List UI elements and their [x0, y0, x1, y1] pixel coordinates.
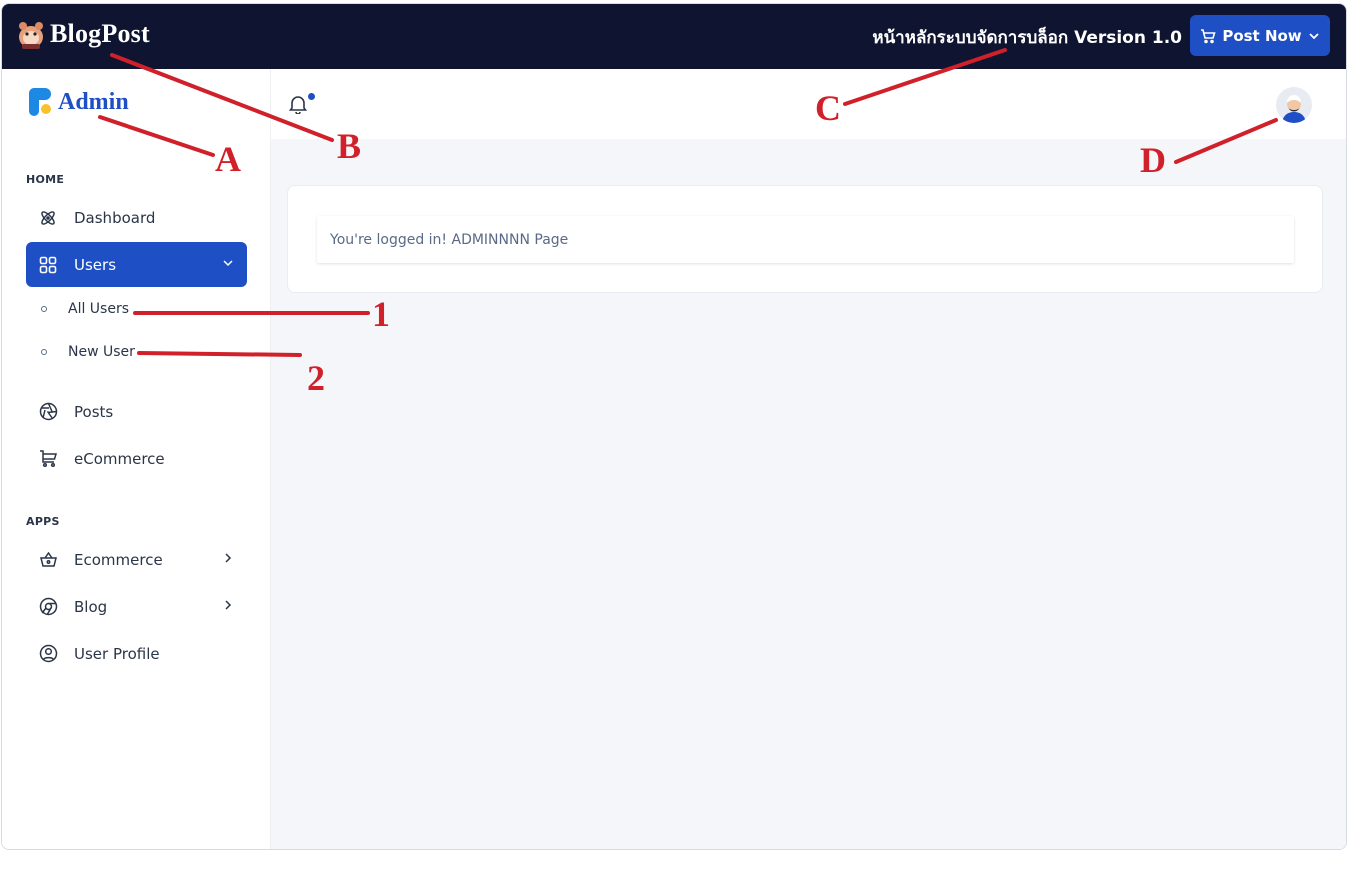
sidebar-item-dashboard[interactable]: Dashboard	[26, 195, 247, 240]
sidebar-item-label: eCommerce	[74, 449, 165, 468]
subitem-label: All Users	[68, 301, 130, 317]
sidebar-subitem-new-user[interactable]: New User	[26, 337, 247, 367]
cart-icon	[1201, 28, 1216, 43]
admin-logo-text: Admin	[58, 88, 129, 115]
basket-icon	[38, 550, 58, 570]
content-card: You're logged in! ADMINNNN Page	[287, 185, 1323, 293]
bullet-icon	[41, 306, 47, 312]
sidebar-item-ecommerce[interactable]: eCommerce	[26, 436, 247, 481]
apps-caption: APPS	[26, 515, 60, 528]
blogpost-brand[interactable]: BlogPost	[16, 18, 150, 50]
sidebar-subitem-all-users[interactable]: All Users	[26, 294, 247, 324]
user-avatar-icon	[1276, 87, 1312, 123]
post-now-button[interactable]: Post Now	[1190, 15, 1330, 56]
sidebar-item-label: Ecommerce	[74, 550, 163, 569]
chevron-down-icon	[223, 260, 233, 267]
user-circle-icon	[38, 644, 58, 664]
sidebar-item-blog[interactable]: Blog	[26, 584, 247, 629]
login-message: You're logged in! ADMINNNN Page	[317, 216, 1294, 263]
subitem-label: New User	[68, 344, 135, 360]
sidebar-item-label: User Profile	[74, 644, 160, 663]
sidebar-item-label: Blog	[74, 597, 108, 616]
sidebar-item-label: Dashboard	[74, 208, 156, 227]
chevron-right-icon	[225, 553, 232, 563]
cart-icon	[38, 449, 58, 469]
annotation-label-1: 1	[372, 294, 390, 334]
chevron-down-icon	[1309, 32, 1319, 39]
content-header	[271, 69, 1346, 139]
admin-logo[interactable]: Admin	[28, 87, 129, 117]
chrome-icon	[38, 597, 58, 617]
annotation-label-a: A	[215, 139, 241, 179]
annotation-label-c: C	[815, 88, 841, 128]
annotation-label-b: B	[337, 126, 362, 166]
atom-icon	[38, 208, 58, 228]
annotation-label-d: D	[1140, 140, 1166, 180]
sidebar-item-label: Users	[74, 255, 117, 274]
bullet-icon	[41, 349, 47, 355]
sidebar-item-users[interactable]: Users	[26, 242, 247, 287]
aperture-icon	[38, 402, 58, 422]
system-title: หน้าหลักระบบจัดการบล็อก Version 1.0	[872, 28, 1182, 48]
main-content: You're logged in! ADMINNNN Page	[271, 69, 1346, 849]
sidebar-item-label: Posts	[74, 402, 114, 421]
annotation-label-2: 2	[307, 358, 325, 398]
brand-name: BlogPost	[50, 19, 150, 48]
sidebar-item-user-profile[interactable]: User Profile	[26, 631, 247, 676]
admin-logo-icon	[29, 88, 51, 116]
sidebar-item-posts[interactable]: Posts	[26, 389, 247, 434]
hamster-logo-icon	[19, 22, 43, 49]
app-window: BlogPost หน้าหลักระบบจัดการบล็อก Version…	[1, 3, 1347, 850]
avatar[interactable]	[1276, 87, 1312, 123]
grid-icon	[38, 255, 58, 275]
notification-dot	[308, 93, 315, 100]
post-now-label: Post Now	[1222, 26, 1302, 45]
home-caption: HOME	[26, 173, 65, 186]
sidebar-item-apps-ecommerce[interactable]: Ecommerce	[26, 537, 247, 582]
sidebar: Admin HOME Dashboard Users All Users New…	[2, 69, 271, 849]
bell-icon[interactable]	[289, 94, 307, 114]
chevron-right-icon	[225, 600, 232, 610]
top-navbar: BlogPost หน้าหลักระบบจัดการบล็อก Version…	[2, 4, 1346, 69]
